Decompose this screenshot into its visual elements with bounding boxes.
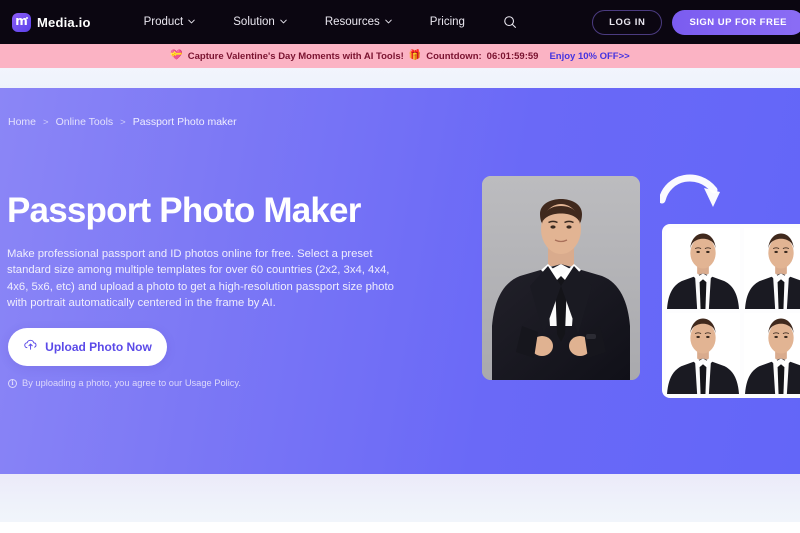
login-button[interactable]: LOG IN: [592, 9, 663, 35]
man-in-suit-original-photo: [482, 176, 640, 380]
passport-photo-grid-result: [662, 224, 800, 398]
nav-label: Resources: [324, 16, 380, 28]
cloud-upload-icon: [23, 337, 38, 357]
breadcrumb: Home > Online Tools > Passport Photo mak…: [8, 116, 237, 128]
passport-photo-cell: [744, 313, 800, 394]
curved-arrow-icon: [658, 168, 730, 231]
nav-label: Product: [143, 16, 184, 28]
hero-description: Make professional passport and ID photos…: [7, 248, 394, 309]
usage-policy-text: By uploading a photo, you agree to our U…: [22, 378, 241, 388]
countdown-label: Countdown:: [426, 50, 482, 62]
header-divider-band: [0, 68, 800, 88]
upload-photo-button[interactable]: Upload Photo Now: [8, 328, 167, 366]
logo[interactable]: Media.io: [12, 12, 91, 32]
site-header: Media.io Product Solution Resources: [0, 0, 800, 44]
nav-item-pricing[interactable]: Pricing: [411, 16, 484, 28]
main-nav: Product Solution Resources Pricing: [125, 10, 522, 34]
chevron-down-icon: [188, 18, 196, 25]
page-bottom-band: [0, 522, 800, 533]
heart-icon: 💝: [170, 50, 183, 61]
nav-item-resources[interactable]: Resources: [306, 16, 411, 28]
media-io-logo-icon: [12, 12, 31, 32]
nav-label: Pricing: [429, 16, 465, 28]
promo-message: Capture Valentine's Day Moments with AI …: [187, 50, 404, 62]
page-title: Passport Photo Maker: [7, 191, 361, 230]
search-icon[interactable]: [498, 10, 522, 34]
countdown-value: 06:01:59:59: [486, 50, 539, 62]
below-hero-band: [0, 474, 800, 522]
breadcrumb-separator: >: [120, 116, 126, 128]
upload-button-label: Upload Photo Now: [45, 340, 152, 354]
promo-banner: 💝 Capture Valentine's Day Moments with A…: [0, 44, 800, 68]
breadcrumb-separator: >: [43, 116, 49, 128]
gift-icon: 🎁: [408, 50, 422, 61]
breadcrumb-item-online-tools[interactable]: Online Tools: [56, 116, 114, 128]
chevron-down-icon: [280, 18, 287, 25]
passport-photo-cell: [744, 228, 800, 309]
nav-item-solution[interactable]: Solution: [214, 16, 306, 28]
nav-item-product[interactable]: Product: [125, 16, 215, 28]
usage-policy-note: i By uploading a photo, you agree to our…: [8, 378, 241, 388]
promo-offer-link[interactable]: Enjoy 10% OFF>>: [549, 51, 629, 62]
signup-button[interactable]: SIGN UP FOR FREE: [672, 9, 800, 35]
passport-photo-cell: [666, 313, 740, 394]
logo-text: Media.io: [37, 14, 91, 30]
page-root: Media.io Product Solution Resources: [0, 0, 800, 533]
nav-label: Solution: [233, 16, 275, 28]
breadcrumb-item-home[interactable]: Home: [8, 116, 36, 128]
hero-section: Home > Online Tools > Passport Photo mak…: [0, 88, 800, 474]
breadcrumb-item-current: Passport Photo maker: [132, 116, 237, 128]
original-photo: [482, 176, 640, 380]
chevron-down-icon: [385, 18, 392, 25]
passport-photo-cell: [666, 228, 740, 309]
info-icon: i: [8, 378, 17, 388]
